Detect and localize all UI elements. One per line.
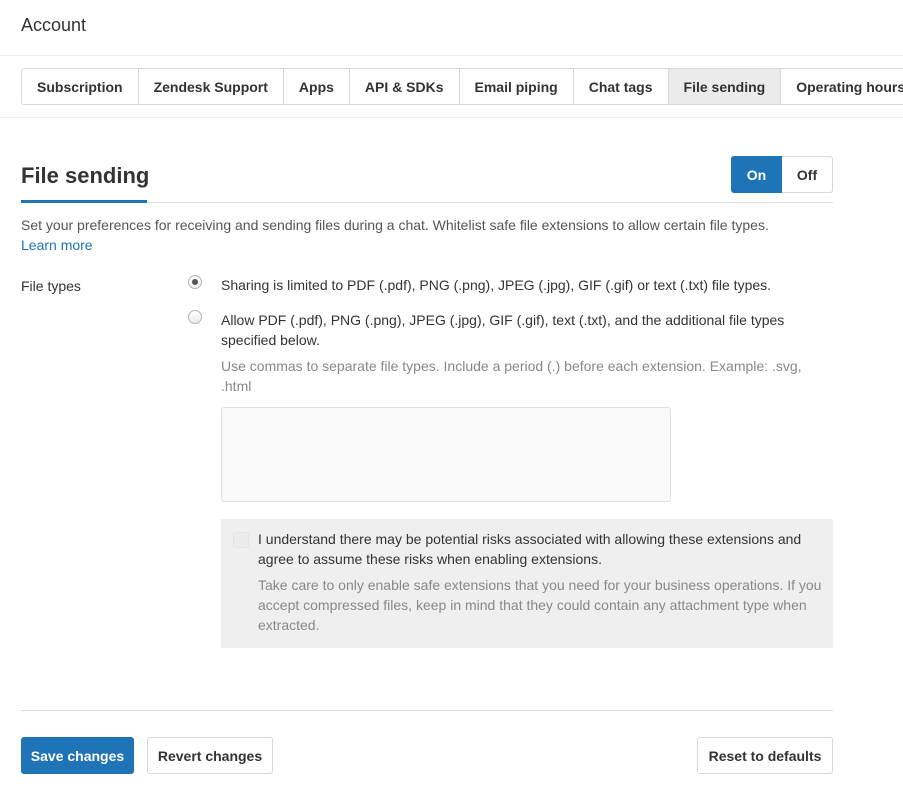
radio-additional[interactable] [188,310,202,324]
save-changes-button[interactable]: Save changes [21,737,134,774]
risk-text: I understand there may be potential risk… [258,531,802,567]
option-additional-label: Allow PDF (.pdf), PNG (.png), JPEG (.jpg… [221,312,785,348]
page-title: Account [21,15,87,35]
risk-note: Take care to only enable safe extensions… [258,577,822,633]
risk-checkbox[interactable] [233,532,249,548]
footer-divider [21,710,833,711]
section-header: File sending On Off [21,150,833,203]
section-description: Set your preferences for receiving and s… [21,215,833,255]
tab-file-sending[interactable]: File sending [668,68,782,105]
risk-acknowledgement-box: I understand there may be potential risk… [221,519,833,648]
page-header: Account [0,0,903,56]
section-title: File sending [21,163,150,188]
toggle-off-button[interactable]: Off [782,156,833,193]
description-text: Set your preferences for receiving and s… [21,217,769,233]
tab-chat-tags[interactable]: Chat tags [573,68,669,105]
tab-subscription[interactable]: Subscription [21,68,139,105]
tab-zendesk-support[interactable]: Zendesk Support [138,68,284,105]
radio-limited[interactable] [188,275,202,289]
tab-api-sdks[interactable]: API & SDKs [349,68,460,105]
extensions-hint: Use commas to separate file types. Inclu… [221,358,802,394]
tabs-bar: Subscription Zendesk Support Apps API & … [0,56,903,118]
reset-to-defaults-button[interactable]: Reset to defaults [697,737,833,774]
tab-apps[interactable]: Apps [283,68,350,105]
on-off-toggle: On Off [731,156,833,193]
revert-changes-button[interactable]: Revert changes [147,737,273,774]
toggle-on-button[interactable]: On [731,156,782,193]
tab-email-piping[interactable]: Email piping [459,68,574,105]
file-sending-section: File sending On Off [21,150,833,203]
file-types-label: File types [21,278,81,294]
extensions-input[interactable] [221,407,671,502]
tab-operating-hours[interactable]: Operating hours [781,68,903,105]
option-limited-label: Sharing is limited to PDF (.pdf), PNG (.… [221,277,772,293]
tab-list: Subscription Zendesk Support Apps API & … [21,68,903,105]
learn-more-link[interactable]: Learn more [21,237,93,253]
title-underline [21,200,147,203]
